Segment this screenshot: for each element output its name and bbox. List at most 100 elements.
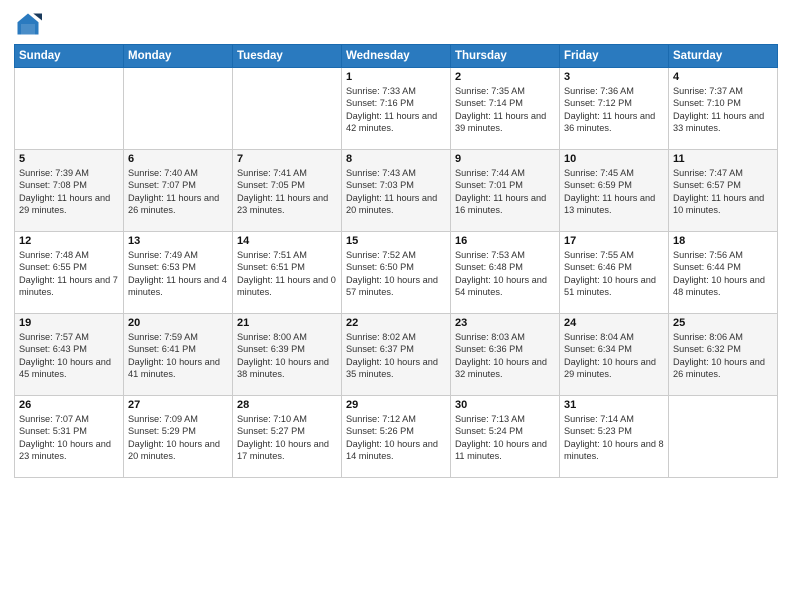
calendar-cell xyxy=(233,68,342,150)
weekday-header-thursday: Thursday xyxy=(451,45,560,68)
day-info: Sunrise: 7:36 AM Sunset: 7:12 PM Dayligh… xyxy=(564,85,664,135)
calendar-cell: 2Sunrise: 7:35 AM Sunset: 7:14 PM Daylig… xyxy=(451,68,560,150)
day-info: Sunrise: 7:07 AM Sunset: 5:31 PM Dayligh… xyxy=(19,413,119,463)
calendar-cell: 3 Sunrise: 7:36 AM Sunset: 7:12 PM Daylig… xyxy=(560,68,669,150)
calendar-cell: 15Sunrise: 7:52 AM Sunset: 6:50 PM Dayli… xyxy=(342,232,451,314)
day-number: 22 xyxy=(346,317,446,329)
weekday-header-friday: Friday xyxy=(560,45,669,68)
day-info: Sunrise: 7:52 AM Sunset: 6:50 PM Dayligh… xyxy=(346,249,446,299)
day-number: 10 xyxy=(564,153,664,165)
calendar-cell: 25 Sunrise: 8:06 AM Sunset: 6:32 PM Dayli… xyxy=(669,314,778,396)
day-number: 8 xyxy=(346,153,446,165)
day-number: 13 xyxy=(128,235,228,247)
day-info: Sunrise: 7:45 AM Sunset: 6:59 PM Dayligh… xyxy=(564,167,664,217)
day-info: Sunrise: 7:14 AM Sunset: 5:23 PM Dayligh… xyxy=(564,413,664,463)
calendar-cell: 19 Sunrise: 7:57 AM Sunset: 6:43 PM Dayli… xyxy=(15,314,124,396)
day-number: 7 xyxy=(237,153,337,165)
calendar-cell: 22 Sunrise: 8:02 AM Sunset: 6:37 PM Dayli… xyxy=(342,314,451,396)
calendar-cell: 20Sunrise: 7:59 AM Sunset: 6:41 PM Dayli… xyxy=(124,314,233,396)
day-info: Sunrise: 7:56 AM Sunset: 6:44 PM Dayligh… xyxy=(673,249,773,299)
calendar-table: SundayMondayTuesdayWednesdayThursdayFrid… xyxy=(14,44,778,478)
calendar-week-2: 5 Sunrise: 7:39 AM Sunset: 7:08 PM Daylig… xyxy=(15,150,778,232)
header xyxy=(14,10,778,38)
calendar-cell: 13 Sunrise: 7:49 AM Sunset: 6:53 PM Dayli… xyxy=(124,232,233,314)
calendar-cell xyxy=(15,68,124,150)
logo xyxy=(14,10,46,38)
calendar-cell: 30 Sunrise: 7:13 AM Sunset: 5:24 PM Dayli… xyxy=(451,396,560,478)
day-info: Sunrise: 7:35 AM Sunset: 7:14 PM Dayligh… xyxy=(455,85,555,135)
day-number: 27 xyxy=(128,399,228,411)
calendar-cell: 16Sunrise: 7:53 AM Sunset: 6:48 PM Dayli… xyxy=(451,232,560,314)
day-number: 26 xyxy=(19,399,119,411)
calendar-cell: 4 Sunrise: 7:37 AM Sunset: 7:10 PM Daylig… xyxy=(669,68,778,150)
day-number: 30 xyxy=(455,399,555,411)
calendar-cell xyxy=(124,68,233,150)
day-info: Sunrise: 8:06 AM Sunset: 6:32 PM Dayligh… xyxy=(673,331,773,381)
day-number: 12 xyxy=(19,235,119,247)
calendar-cell: 24 Sunrise: 8:04 AM Sunset: 6:34 PM Dayli… xyxy=(560,314,669,396)
day-info: Sunrise: 7:41 AM Sunset: 7:05 PM Dayligh… xyxy=(237,167,337,217)
calendar-cell: 29 Sunrise: 7:12 AM Sunset: 5:26 PM Dayli… xyxy=(342,396,451,478)
day-number: 31 xyxy=(564,399,664,411)
day-info: Sunrise: 7:59 AM Sunset: 6:41 PM Dayligh… xyxy=(128,331,228,381)
day-number: 4 xyxy=(673,71,773,83)
day-number: 11 xyxy=(673,153,773,165)
calendar-cell: 12Sunrise: 7:48 AM Sunset: 6:55 PM Dayli… xyxy=(15,232,124,314)
calendar-cell: 23 Sunrise: 8:03 AM Sunset: 6:36 PM Dayli… xyxy=(451,314,560,396)
day-number: 28 xyxy=(237,399,337,411)
calendar-cell: 18Sunrise: 7:56 AM Sunset: 6:44 PM Dayli… xyxy=(669,232,778,314)
day-number: 23 xyxy=(455,317,555,329)
day-info: Sunrise: 7:13 AM Sunset: 5:24 PM Dayligh… xyxy=(455,413,555,463)
calendar-cell: 11 Sunrise: 7:47 AM Sunset: 6:57 PM Dayli… xyxy=(669,150,778,232)
day-info: Sunrise: 7:12 AM Sunset: 5:26 PM Dayligh… xyxy=(346,413,446,463)
day-info: Sunrise: 7:44 AM Sunset: 7:01 PM Dayligh… xyxy=(455,167,555,217)
day-info: Sunrise: 8:04 AM Sunset: 6:34 PM Dayligh… xyxy=(564,331,664,381)
calendar-cell: 6Sunrise: 7:40 AM Sunset: 7:07 PM Daylig… xyxy=(124,150,233,232)
day-info: Sunrise: 7:55 AM Sunset: 6:46 PM Dayligh… xyxy=(564,249,664,299)
calendar-cell xyxy=(669,396,778,478)
day-info: Sunrise: 8:02 AM Sunset: 6:37 PM Dayligh… xyxy=(346,331,446,381)
day-number: 1 xyxy=(346,71,446,83)
day-info: Sunrise: 7:39 AM Sunset: 7:08 PM Dayligh… xyxy=(19,167,119,217)
day-number: 25 xyxy=(673,317,773,329)
calendar-cell: 31 Sunrise: 7:14 AM Sunset: 5:23 PM Dayli… xyxy=(560,396,669,478)
day-number: 5 xyxy=(19,153,119,165)
weekday-header-monday: Monday xyxy=(124,45,233,68)
day-number: 3 xyxy=(564,71,664,83)
day-info: Sunrise: 7:33 AM Sunset: 7:16 PM Dayligh… xyxy=(346,85,446,135)
day-number: 9 xyxy=(455,153,555,165)
day-info: Sunrise: 7:49 AM Sunset: 6:53 PM Dayligh… xyxy=(128,249,228,299)
day-info: Sunrise: 7:40 AM Sunset: 7:07 PM Dayligh… xyxy=(128,167,228,217)
day-info: Sunrise: 8:00 AM Sunset: 6:39 PM Dayligh… xyxy=(237,331,337,381)
day-number: 24 xyxy=(564,317,664,329)
calendar-cell: 27 Sunrise: 7:09 AM Sunset: 5:29 PM Dayli… xyxy=(124,396,233,478)
calendar-cell: 21Sunrise: 8:00 AM Sunset: 6:39 PM Dayli… xyxy=(233,314,342,396)
page-container: SundayMondayTuesdayWednesdayThursdayFrid… xyxy=(0,0,792,612)
day-number: 17 xyxy=(564,235,664,247)
day-info: Sunrise: 7:53 AM Sunset: 6:48 PM Dayligh… xyxy=(455,249,555,299)
calendar-week-5: 26 Sunrise: 7:07 AM Sunset: 5:31 PM Dayli… xyxy=(15,396,778,478)
calendar-cell: 7 Sunrise: 7:41 AM Sunset: 7:05 PM Daylig… xyxy=(233,150,342,232)
day-info: Sunrise: 7:57 AM Sunset: 6:43 PM Dayligh… xyxy=(19,331,119,381)
day-info: Sunrise: 7:10 AM Sunset: 5:27 PM Dayligh… xyxy=(237,413,337,463)
day-number: 19 xyxy=(19,317,119,329)
calendar-cell: 8 Sunrise: 7:43 AM Sunset: 7:03 PM Daylig… xyxy=(342,150,451,232)
day-info: Sunrise: 7:09 AM Sunset: 5:29 PM Dayligh… xyxy=(128,413,228,463)
day-info: Sunrise: 7:47 AM Sunset: 6:57 PM Dayligh… xyxy=(673,167,773,217)
weekday-header-tuesday: Tuesday xyxy=(233,45,342,68)
calendar-cell: 26 Sunrise: 7:07 AM Sunset: 5:31 PM Dayli… xyxy=(15,396,124,478)
day-info: Sunrise: 7:43 AM Sunset: 7:03 PM Dayligh… xyxy=(346,167,446,217)
weekday-header-sunday: Sunday xyxy=(15,45,124,68)
day-info: Sunrise: 7:37 AM Sunset: 7:10 PM Dayligh… xyxy=(673,85,773,135)
day-number: 14 xyxy=(237,235,337,247)
day-number: 29 xyxy=(346,399,446,411)
calendar-cell: 28 Sunrise: 7:10 AM Sunset: 5:27 PM Dayli… xyxy=(233,396,342,478)
calendar-week-3: 12Sunrise: 7:48 AM Sunset: 6:55 PM Dayli… xyxy=(15,232,778,314)
calendar-cell: 10 Sunrise: 7:45 AM Sunset: 6:59 PM Dayli… xyxy=(560,150,669,232)
day-info: Sunrise: 7:51 AM Sunset: 6:51 PM Dayligh… xyxy=(237,249,337,299)
weekday-header-wednesday: Wednesday xyxy=(342,45,451,68)
calendar-week-1: 1 Sunrise: 7:33 AM Sunset: 7:16 PM Daylig… xyxy=(15,68,778,150)
day-info: Sunrise: 8:03 AM Sunset: 6:36 PM Dayligh… xyxy=(455,331,555,381)
calendar-cell: 17 Sunrise: 7:55 AM Sunset: 6:46 PM Dayli… xyxy=(560,232,669,314)
weekday-header-saturday: Saturday xyxy=(669,45,778,68)
